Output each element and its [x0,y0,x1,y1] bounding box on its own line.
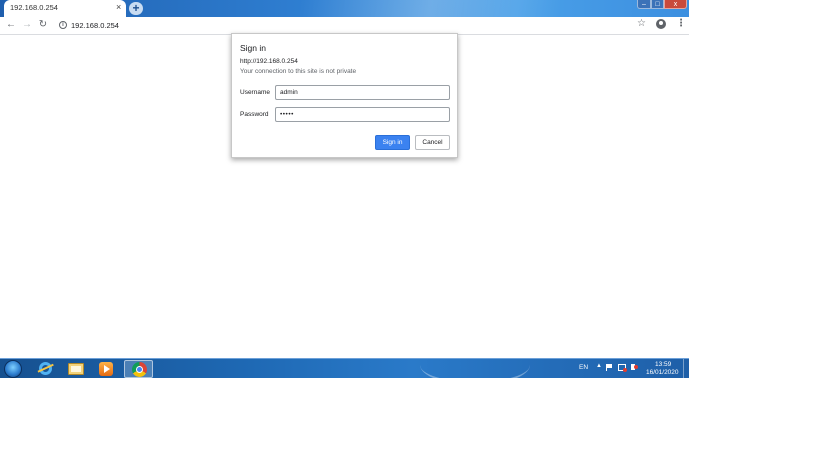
forward-arrow-icon[interactable]: → [20,18,34,32]
dialog-url: http://192.168.0.254 [240,58,298,65]
password-input[interactable]: ••••• [275,107,450,122]
taskbar-file-explorer[interactable] [63,360,89,378]
reload-icon[interactable]: ↻ [36,18,50,32]
clock-date[interactable]: 16/01/2020 [646,369,679,376]
taskbar-media-player[interactable] [93,360,119,378]
tab-title: 192.168.0.254 [10,3,58,12]
action-center-flag-icon[interactable] [606,364,613,371]
clock-time[interactable]: 13:59 [655,361,671,368]
address-bar-url[interactable]: 192.168.0.254 [71,21,119,30]
dialog-privacy-note: Your connection to this site is not priv… [240,68,357,75]
show-hidden-icons-icon[interactable]: ▲ [596,363,602,369]
username-input[interactable]: admin [275,85,450,100]
start-button-icon[interactable] [4,360,22,378]
folder-icon [68,363,84,375]
info-icon[interactable]: i [59,21,67,29]
address-bar[interactable]: i 192.168.0.254 [54,18,654,33]
windows-taskbar: EN ▲ 13:59 16/01/2020 [0,358,689,378]
taskbar-chrome[interactable] [124,360,153,378]
screen: 192.168.0.254 × + – □ x ← → ↻ i 192.168.… [0,0,689,378]
window-close-button[interactable]: x [664,0,687,9]
sign-in-dialog: Sign in http://192.168.0.254 Your connec… [231,33,458,158]
sign-in-button[interactable]: Sign in [375,135,410,150]
browser-tab-strip: 192.168.0.254 × + – □ x [0,0,689,17]
bookmark-star-icon[interactable]: ☆ [637,18,646,29]
cancel-button[interactable]: Cancel [415,135,450,150]
window-minimize-button[interactable]: – [637,0,651,9]
username-label: Username [240,89,270,96]
new-tab-button[interactable]: + [129,2,143,15]
internet-explorer-icon [39,362,52,375]
media-player-icon [99,362,113,376]
chrome-icon [132,362,147,377]
browser-tab[interactable]: 192.168.0.254 × [4,0,126,17]
menu-kebab-icon[interactable]: ⋮ [676,18,686,29]
show-desktop-button[interactable] [683,359,689,378]
network-icon[interactable] [618,364,627,372]
dialog-title: Sign in [240,43,266,53]
profile-icon[interactable] [656,19,666,29]
window-maximize-button[interactable]: □ [651,0,664,9]
back-arrow-icon[interactable]: ← [4,18,18,32]
language-indicator[interactable]: EN [579,364,588,371]
password-label: Password [240,111,269,118]
taskbar-internet-explorer[interactable] [33,360,59,378]
tab-close-icon[interactable]: × [116,2,121,12]
volume-icon[interactable] [631,364,638,370]
